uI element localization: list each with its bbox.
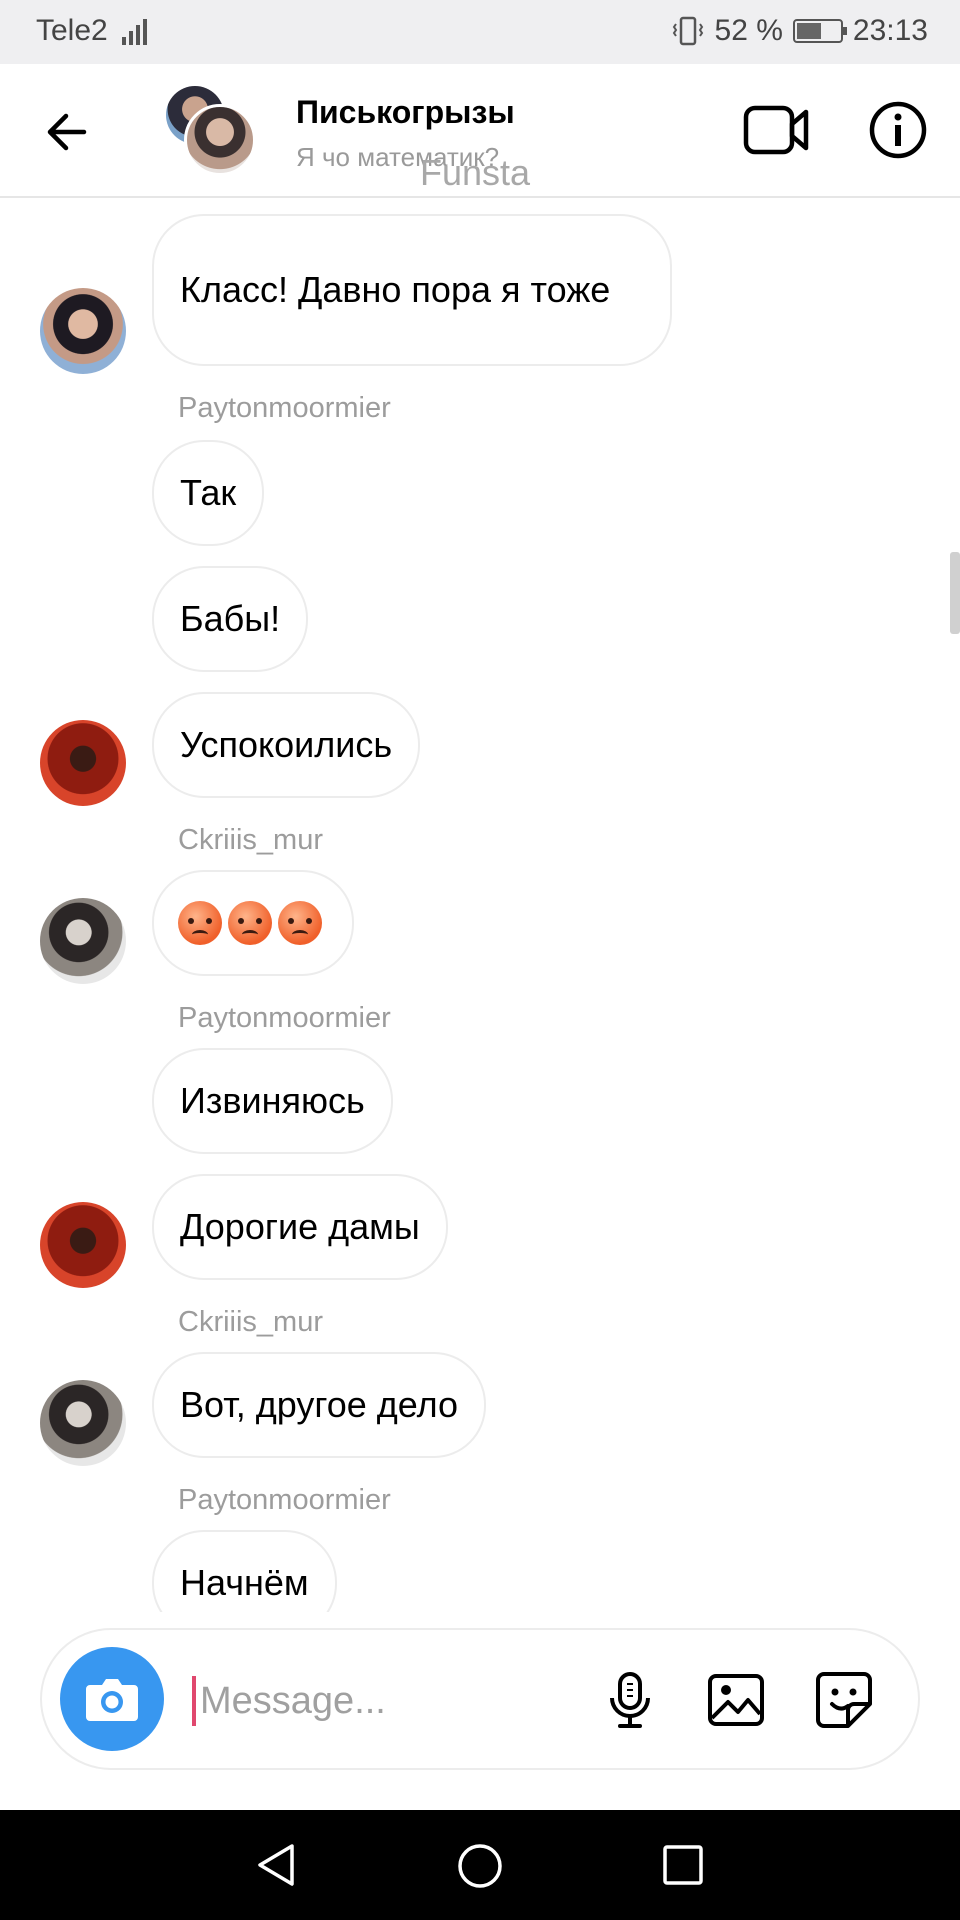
message-bubble[interactable]: Бабы! [152,566,309,672]
message-text: Бабы! [180,598,281,639]
info-icon[interactable] [868,100,928,160]
text-cursor [192,1676,196,1726]
camera-icon [86,1679,138,1721]
sender-name: Paytonmoormier [178,1484,391,1516]
watermark: Funsta [420,152,531,193]
angry-face-icon [278,901,322,945]
message-bubble[interactable]: Так [152,440,265,546]
nav-recents-icon[interactable] [662,1844,704,1886]
message-input[interactable] [200,1672,580,1730]
sender-name: Ckriiis_mur [178,1306,323,1338]
thread-title[interactable]: Писькогрызы [296,94,515,131]
camera-button[interactable] [60,1647,164,1751]
message-text: Класс! Давно пора я тоже [180,269,611,310]
message-bubble[interactable]: 😡😡😡 [152,870,354,976]
vibrate-icon [672,16,703,46]
microphone-icon[interactable] [602,1670,658,1730]
sender-name: Ckriiis_mur [178,824,323,856]
message-text: Извиняюсь [180,1080,365,1121]
message-bubble[interactable]: Начнём [152,1530,337,1612]
sender-avatar[interactable] [40,720,126,806]
message-list[interactable]: Класс! Давно пора я тоже Paytonmoormier … [0,200,960,1612]
angry-face-icon [228,901,272,945]
sender-name: Paytonmoormier [178,1002,391,1034]
message-bubble[interactable]: Извиняюсь [152,1048,393,1154]
message-text: Дорогие дамы [180,1206,420,1247]
message-bubble[interactable]: Класс! Давно пора я тоже [152,214,672,366]
message-bubble[interactable]: Дорогие дамы [152,1174,448,1280]
message-bubble[interactable]: Успокоились [152,692,421,798]
message-bubble[interactable]: Вот, другое дело [152,1352,487,1458]
sender-avatar[interactable] [40,288,126,374]
battery-icon [792,19,847,43]
nav-home-icon[interactable] [456,1842,504,1890]
message-text: Начнём [180,1562,309,1603]
scrollbar[interactable] [950,552,960,634]
clock: 23:13 [852,14,928,47]
member-avatar [184,104,256,176]
video-camera-icon[interactable] [742,100,812,160]
sender-avatar[interactable] [40,1380,126,1466]
sender-avatar[interactable] [40,1202,126,1288]
group-avatar[interactable] [166,86,256,176]
battery-percent: 52 % [714,14,783,47]
system-nav-bar [0,1810,960,1920]
nav-back-icon[interactable] [252,1840,302,1890]
message-text: Так [180,472,237,513]
angry-face-icon [178,901,222,945]
status-bar: Tele2 52 % 23:13 [0,0,960,64]
carrier-label: Tele2 [36,14,108,47]
signal-icon [121,17,147,45]
message-text: Вот, другое дело [180,1384,459,1425]
message-composer [40,1628,920,1770]
sender-name: Paytonmoormier [178,392,391,424]
sender-avatar[interactable] [40,898,126,984]
arrow-left-icon[interactable] [38,104,94,160]
message-text: Успокоились [180,724,393,765]
image-icon[interactable] [706,1670,766,1730]
sticker-icon[interactable] [814,1670,874,1730]
